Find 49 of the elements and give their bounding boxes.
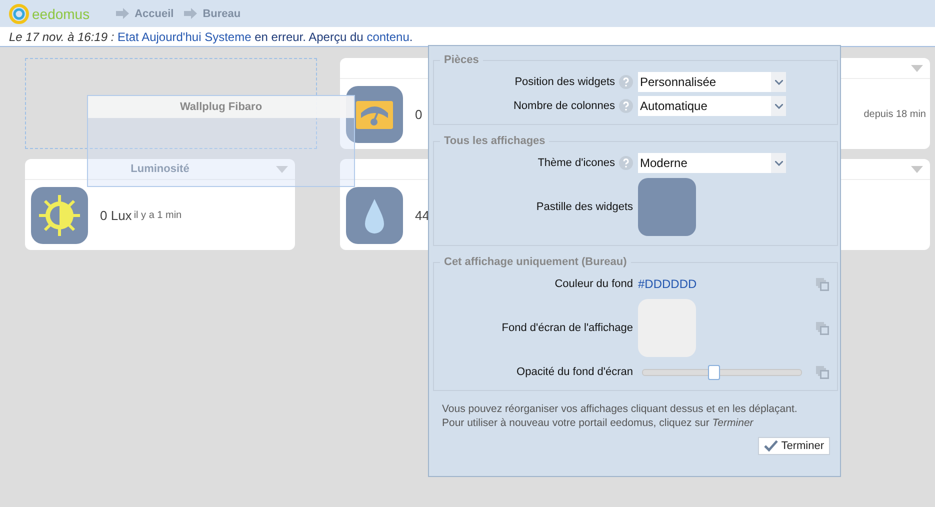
widget-time: depuis 18 min bbox=[864, 108, 926, 120]
color-swatch[interactable] bbox=[638, 178, 696, 236]
setting-label: Opacité du fond d'écran bbox=[516, 366, 633, 378]
color-link[interactable]: #DDDDDD bbox=[638, 277, 697, 291]
caret-icon[interactable] bbox=[911, 65, 923, 72]
widget-value: 0 bbox=[415, 106, 422, 122]
dropdown[interactable]: Automatique bbox=[638, 96, 786, 116]
dropdown[interactable]: Moderne bbox=[638, 153, 786, 173]
slider-thumb[interactable] bbox=[708, 364, 720, 380]
copy-icon[interactable] bbox=[815, 321, 829, 335]
caret-icon[interactable] bbox=[911, 166, 923, 173]
gauge-icon bbox=[346, 86, 403, 142]
copy-icon[interactable] bbox=[815, 365, 829, 379]
help-icon[interactable] bbox=[619, 75, 633, 89]
widget-title: Wallplug Fibaro bbox=[180, 101, 262, 113]
sun-icon bbox=[31, 186, 88, 244]
copy-icon[interactable] bbox=[815, 277, 829, 291]
chevron-down-icon bbox=[774, 160, 782, 166]
logo-icon bbox=[9, 4, 29, 24]
notification-message: Le 17 nov. à 16:19 : Etat Aujourd'hui Systeme en erreur. Aperçu du contenu. bbox=[0, 27, 935, 47]
finish-button[interactable]: Terminer bbox=[758, 437, 830, 455]
group-title: Cet affichage uniquement (Bureau) bbox=[443, 256, 628, 268]
widget-value: 44 bbox=[415, 208, 430, 222]
group-title: Pièces bbox=[443, 54, 480, 66]
image-picker[interactable] bbox=[638, 299, 696, 357]
checkmark-icon bbox=[764, 440, 778, 452]
water-drop-icon bbox=[346, 186, 403, 244]
setting-label: Nombre de colonnes bbox=[513, 100, 615, 112]
help-icon[interactable] bbox=[619, 99, 633, 113]
chevron-down-icon bbox=[774, 80, 782, 84]
help-icon[interactable] bbox=[619, 156, 633, 170]
setting-label: Pastille des widgets bbox=[536, 201, 633, 213]
arrow-icon bbox=[116, 8, 129, 19]
widget-title: Luminosité bbox=[130, 163, 190, 175]
widget-value: 0 Lux bbox=[100, 208, 132, 222]
notification-link[interactable]: contenu bbox=[366, 30, 410, 44]
help-text: Vous pouvez réorganiser vos affichages cliquant dessus et en les déplaçant. bbox=[442, 403, 798, 415]
setting-label: Thème d'icones bbox=[538, 157, 615, 169]
arrow-icon bbox=[184, 8, 197, 19]
caret-icon[interactable] bbox=[276, 166, 288, 173]
setting-label: Position des widgets bbox=[514, 76, 615, 88]
setting-label: Fond d'écran de l'affichage bbox=[502, 322, 633, 334]
chevron-down-icon bbox=[774, 104, 782, 108]
help-text: Pour utiliser à nouveau votre portail eedomus, cliquez sur Terminer bbox=[442, 417, 754, 429]
group-title: Tous les affichages bbox=[443, 135, 546, 147]
dropdown[interactable]: Personnalisée bbox=[638, 72, 786, 92]
widget-time: il y a 1 min bbox=[134, 210, 182, 220]
notification-link[interactable]: Etat Aujourd'hui Systeme bbox=[118, 30, 252, 44]
setting-label: Couleur du fond bbox=[554, 278, 633, 290]
